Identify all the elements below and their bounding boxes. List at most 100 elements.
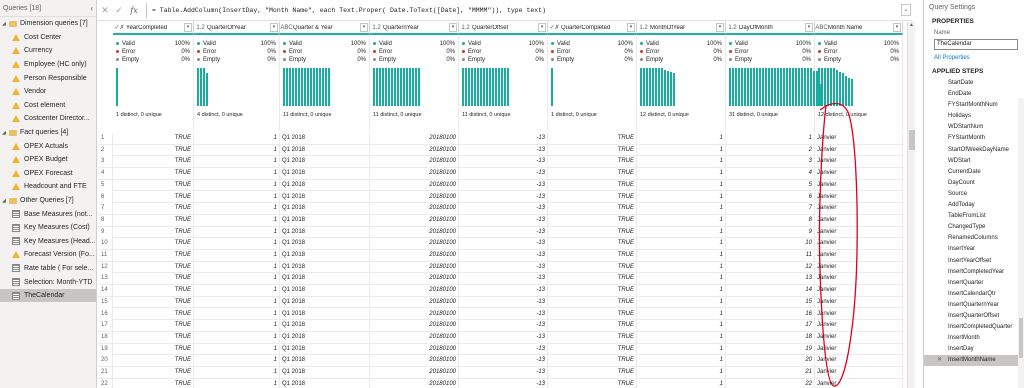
column-type-icon[interactable]: 1.2 [194, 25, 207, 31]
table-cell[interactable]: Janvier [815, 367, 903, 378]
query-item[interactable]: TheCalendar [0, 288, 96, 303]
table-row[interactable]: 7 TRUE 1 Q1 2018 20180100 -13 TRUE 1 7 Janvier [98, 203, 904, 215]
column-header[interactable]: 1.2 QuarterOfYear ▾ [194, 22, 280, 35]
column-header[interactable]: ✓✗ QuarterCompleted ▾ [548, 22, 637, 35]
table-cell[interactable]: TRUE [548, 355, 637, 367]
table-cell[interactable]: TRUE [113, 331, 194, 343]
table-cell[interactable]: 1 [637, 156, 726, 168]
table-row[interactable]: 1 TRUE 1 Q1 2018 20180100 -13 TRUE 1 1 Janvier [98, 133, 904, 145]
cancel-formula-icon[interactable]: ✕ [98, 5, 112, 16]
table-cell[interactable]: Q1 2018 [280, 191, 370, 203]
table-cell[interactable]: -13 [459, 285, 548, 297]
table-cell[interactable]: Janvier [815, 296, 903, 308]
table-cell[interactable]: 1 [194, 144, 280, 156]
table-cell[interactable]: Janvier [815, 156, 903, 168]
table-cell[interactable]: 1 [637, 238, 726, 250]
table-cell[interactable]: 1 [194, 238, 280, 250]
applied-step[interactable]: InsertCalendarQtr [924, 289, 1024, 300]
column-type-icon[interactable]: ABC [815, 25, 828, 31]
table-cell[interactable]: TRUE [548, 144, 637, 156]
table-cell[interactable]: Q1 2018 [280, 144, 370, 156]
applied-step[interactable]: InsertCompletedQuarter [924, 322, 1024, 333]
column-filter-dropdown[interactable]: ▾ [893, 23, 901, 32]
column-type-icon[interactable]: 1.2 [370, 25, 383, 31]
table-cell[interactable]: 20180100 [370, 156, 459, 168]
table-cell[interactable]: 21 [726, 367, 815, 378]
table-cell[interactable]: Q1 2018 [280, 320, 370, 332]
column-header[interactable]: 1.2 QuarterOffset ▾ [459, 22, 548, 35]
table-cell[interactable]: 18 [726, 331, 815, 343]
table-cell[interactable]: 14 [726, 285, 815, 297]
table-cell[interactable]: 20180100 [370, 203, 459, 215]
table-cell[interactable]: TRUE [548, 367, 637, 378]
table-cell[interactable]: 1 [194, 250, 280, 261]
table-row[interactable]: 22 TRUE 1 Q1 2018 20180100 -13 TRUE 1 22 Janvier [98, 378, 904, 388]
table-cell[interactable]: Q1 2018 [280, 226, 370, 238]
table-cell[interactable]: 1 [194, 191, 280, 203]
table-cell[interactable]: TRUE [548, 214, 637, 226]
query-item[interactable]: OPEX Budget [0, 153, 96, 167]
expand-triangle-icon[interactable]: ◢ [2, 198, 8, 204]
table-cell[interactable]: TRUE [548, 250, 637, 261]
applied-step[interactable]: ✕ InsertMonthName [924, 355, 1024, 367]
table-cell[interactable]: -13 [459, 168, 548, 180]
table-cell[interactable]: 17 [726, 320, 815, 332]
table-cell[interactable]: 1 [637, 367, 726, 378]
table-cell[interactable]: 1 [194, 367, 280, 378]
query-item[interactable]: Vendor [0, 85, 96, 99]
table-cell[interactable]: TRUE [113, 308, 194, 320]
table-row[interactable]: 2 TRUE 1 Q1 2018 20180100 -13 TRUE 1 2 Janvier [98, 144, 904, 157]
table-cell[interactable]: 1 [637, 308, 726, 320]
column-filter-dropdown[interactable]: ▾ [805, 23, 813, 32]
table-cell[interactable]: 3 [726, 156, 815, 168]
expand-triangle-icon[interactable]: ◢ [2, 130, 8, 136]
table-cell[interactable]: Janvier [815, 261, 903, 273]
table-cell[interactable]: 1 [194, 168, 280, 180]
applied-step[interactable]: InsertYearOffset [924, 256, 1024, 267]
table-cell[interactable]: Q1 2018 [280, 296, 370, 308]
delete-step-icon[interactable]: ✕ [937, 355, 942, 366]
table-cell[interactable]: -13 [459, 156, 548, 168]
table-cell[interactable]: 11 [726, 250, 815, 261]
column-filter-dropdown[interactable]: ▾ [716, 23, 724, 32]
table-cell[interactable]: TRUE [113, 296, 194, 308]
table-cell[interactable]: TRUE [113, 133, 194, 144]
query-item[interactable]: Cost Center [0, 31, 96, 45]
scrollbar-thumb[interactable] [909, 130, 915, 150]
table-row[interactable]: 6 TRUE 1 Q1 2018 20180100 -13 TRUE 1 6 Janvier [98, 191, 904, 204]
table-cell[interactable]: -13 [459, 308, 548, 320]
column-filter-dropdown[interactable]: ▾ [360, 23, 368, 32]
column-header[interactable]: 1.2 DayOfMonth ▾ [726, 22, 815, 35]
table-cell[interactable]: TRUE [548, 343, 637, 355]
table-cell[interactable]: 20180100 [370, 331, 459, 343]
column-header[interactable]: 1.2 MonthOfYear ▾ [637, 22, 726, 35]
table-cell[interactable]: 5 [726, 179, 815, 191]
table-cell[interactable]: TRUE [548, 331, 637, 343]
table-cell[interactable]: 20180100 [370, 226, 459, 238]
table-cell[interactable]: 1 [637, 226, 726, 238]
query-item[interactable]: Base Measures (not... [0, 207, 96, 221]
query-item[interactable]: Currency [0, 44, 96, 58]
table-cell[interactable]: TRUE [548, 296, 637, 308]
table-cell[interactable]: 20180100 [370, 250, 459, 261]
column-header[interactable]: ✓✗ YearCompleted ▾ [113, 22, 194, 35]
table-cell[interactable]: 2 [726, 144, 815, 156]
table-cell[interactable]: Q1 2018 [280, 331, 370, 343]
table-cell[interactable]: 8 [726, 214, 815, 226]
all-properties-link[interactable]: All Properties [924, 52, 1024, 64]
table-cell[interactable]: 1 [637, 214, 726, 226]
column-type-icon[interactable]: ✓✗ [113, 24, 126, 31]
table-cell[interactable]: TRUE [113, 273, 194, 285]
column-header[interactable]: ABC Quarter & Year ▾ [280, 22, 370, 35]
table-cell[interactable]: 20180100 [370, 179, 459, 191]
table-cell[interactable]: -13 [459, 296, 548, 308]
table-cell[interactable]: TRUE [548, 261, 637, 273]
collapse-pane-icon[interactable]: ‹ [90, 4, 93, 13]
table-cell[interactable]: -13 [459, 191, 548, 203]
table-cell[interactable]: 22 [726, 378, 815, 388]
query-group[interactable]: ◢ Fact queries [4] [0, 126, 96, 140]
table-cell[interactable]: 20180100 [370, 308, 459, 320]
column-header[interactable]: 1.2 QuarternYear ▾ [370, 22, 459, 35]
applied-step[interactable]: InsertQuarternYear [924, 300, 1024, 311]
table-cell[interactable]: TRUE [548, 179, 637, 191]
